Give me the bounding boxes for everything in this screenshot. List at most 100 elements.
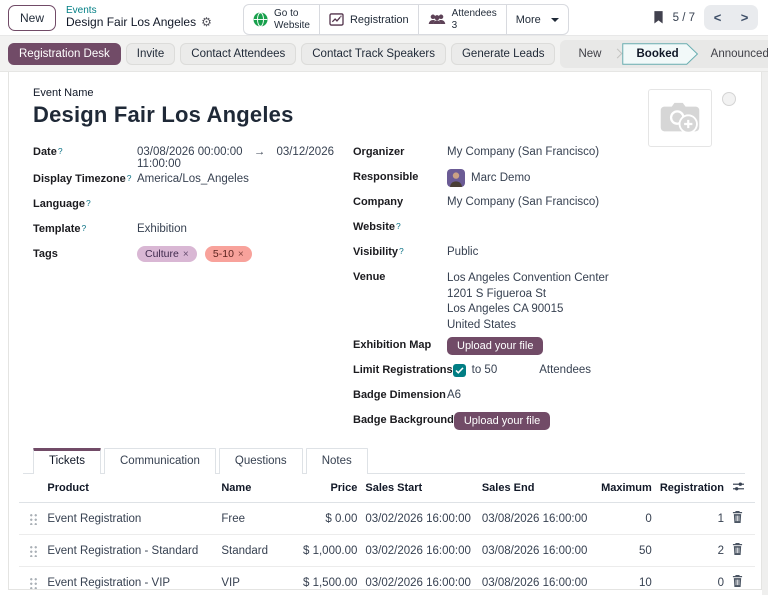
column-price[interactable]: Price: [295, 474, 362, 503]
table-row-ticket-standard[interactable]: Event Registration - Standard Standard $…: [19, 535, 755, 567]
attendees-stat-button[interactable]: Attendees 3: [418, 4, 507, 35]
tag-culture[interactable]: Culture ×: [137, 246, 197, 262]
column-product[interactable]: Product: [43, 474, 217, 503]
cell-price[interactable]: $ 1,000.00: [295, 535, 362, 567]
cell-maximum[interactable]: 10: [597, 567, 656, 595]
cell-registration[interactable]: 2: [656, 535, 728, 567]
drag-handle-icon[interactable]: [29, 512, 38, 525]
event-photo-upload[interactable]: [648, 89, 712, 147]
venue-value[interactable]: Los Angeles Convention Center 1201 S Fig…: [447, 269, 609, 333]
scrollbar-track[interactable]: [762, 72, 768, 595]
exhibition-map-label: Exhibition Map: [353, 337, 447, 351]
bookmark-icon[interactable]: [653, 11, 664, 24]
date-value[interactable]: 03/08/2026 00:00:00 → 03/12/2026 11:00:0…: [137, 144, 343, 170]
trash-icon[interactable]: [732, 511, 743, 526]
cell-price[interactable]: $ 0.00: [295, 503, 362, 535]
cell-registration[interactable]: 1: [656, 503, 728, 535]
cell-product[interactable]: Event Registration - VIP: [43, 567, 217, 595]
pager-count: 5 / 7: [673, 12, 695, 24]
gear-icon[interactable]: ⚙: [201, 16, 212, 30]
field-groups: Date? 03/08/2026 00:00:00 → 03/12/2026 1…: [33, 144, 745, 437]
stage-announced[interactable]: Announced: [699, 43, 768, 65]
tab-tickets[interactable]: Tickets: [33, 448, 101, 474]
cell-sales-end[interactable]: 03/08/2026 16:00:00: [478, 567, 597, 595]
contact-track-speakers-button[interactable]: Contact Track Speakers: [301, 43, 446, 65]
cell-sales-start[interactable]: 03/02/2026 16:00:00: [361, 535, 477, 567]
tag-5-10[interactable]: 5-10 ×: [205, 246, 252, 262]
column-maximum[interactable]: Maximum: [597, 474, 656, 503]
go-to-website-button[interactable]: Go to Website: [243, 4, 320, 35]
cell-sales-end[interactable]: 03/08/2026 16:00:00: [478, 535, 597, 567]
field-template: Template? Exhibition: [33, 221, 343, 245]
more-dropdown-button[interactable]: More: [506, 4, 569, 35]
cell-registration[interactable]: 0: [656, 567, 728, 595]
registration-stat-label: Registration: [350, 14, 409, 26]
exhibition-map-upload-button[interactable]: Upload your file: [447, 337, 543, 355]
page-title[interactable]: Design Fair Los Angeles: [33, 102, 745, 128]
organizer-value[interactable]: My Company (San Francisco): [447, 144, 599, 158]
badge-background-label: Badge Background: [353, 412, 454, 426]
action-status-bar: Registration Desk Invite Contact Attende…: [0, 36, 768, 72]
pager-next-button[interactable]: >: [731, 5, 758, 30]
table-row-ticket-vip[interactable]: Event Registration - VIP VIP $ 1,500.00 …: [19, 567, 755, 595]
field-limit-registrations: Limit Registrations to 50 Attendees: [353, 362, 745, 386]
trash-icon[interactable]: [732, 575, 743, 590]
people-icon: [428, 13, 446, 26]
column-sales-start[interactable]: Sales Start: [361, 474, 477, 503]
cell-maximum[interactable]: 50: [597, 535, 656, 567]
drag-handle-icon[interactable]: [29, 544, 38, 557]
visibility-value[interactable]: Public: [447, 244, 478, 258]
tag-remove-icon[interactable]: ×: [183, 249, 189, 260]
contact-attendees-button[interactable]: Contact Attendees: [180, 43, 296, 65]
pager-previous-button[interactable]: <: [704, 5, 731, 30]
limit-registrations-value: to 50 Attendees: [453, 362, 591, 377]
tab-notes[interactable]: Notes: [306, 448, 368, 474]
tags-value: Culture × 5-10 ×: [137, 246, 257, 262]
new-button[interactable]: New: [8, 5, 56, 31]
column-sales-end[interactable]: Sales End: [478, 474, 597, 503]
tab-communication[interactable]: Communication: [104, 448, 216, 474]
limit-value-input[interactable]: 50: [484, 364, 497, 376]
limit-checkbox[interactable]: [453, 364, 466, 377]
drag-handle-icon[interactable]: [29, 576, 38, 589]
tab-questions[interactable]: Questions: [219, 448, 303, 474]
template-value[interactable]: Exhibition: [137, 221, 187, 235]
responsible-name[interactable]: Marc Demo: [471, 172, 530, 184]
registration-stat-button[interactable]: Registration: [319, 4, 419, 35]
cell-sales-start[interactable]: 03/02/2026 16:00:00: [361, 567, 477, 595]
cell-product[interactable]: Event Registration - Standard: [43, 535, 217, 567]
timezone-value[interactable]: America/Los_Angeles: [137, 171, 249, 185]
tag-remove-icon[interactable]: ×: [238, 249, 244, 260]
responsible-value[interactable]: Marc Demo: [447, 169, 530, 187]
column-registration[interactable]: Registration: [656, 474, 728, 503]
date-start-input[interactable]: 03/08/2026 00:00:00: [137, 146, 243, 158]
cell-name[interactable]: Free: [217, 503, 294, 535]
stage-new[interactable]: New: [566, 43, 613, 65]
cell-name[interactable]: Standard: [217, 535, 294, 567]
trash-icon[interactable]: [732, 543, 743, 558]
stage-booked-active[interactable]: Booked: [622, 43, 698, 65]
cell-maximum[interactable]: 0: [597, 503, 656, 535]
activity-state-circle[interactable]: [722, 92, 736, 106]
help-icon: ?: [86, 198, 91, 208]
badge-dimension-value[interactable]: A6: [447, 387, 461, 401]
column-name[interactable]: Name: [217, 474, 294, 503]
table-row-ticket-free[interactable]: Event Registration Free $ 0.00 03/02/202…: [19, 503, 755, 535]
registration-desk-button[interactable]: Registration Desk: [8, 43, 121, 65]
invite-button[interactable]: Invite: [126, 43, 176, 65]
cell-price[interactable]: $ 1,500.00: [295, 567, 362, 595]
attendees-stat-label: Attendees 3: [452, 8, 497, 31]
company-value[interactable]: My Company (San Francisco): [447, 194, 599, 208]
field-responsible: Responsible Marc Demo: [353, 169, 745, 193]
top-control-bar: New Events Design Fair Los Angeles ⚙ Go …: [0, 0, 768, 36]
cell-sales-end[interactable]: 03/08/2026 16:00:00: [478, 503, 597, 535]
cell-sales-start[interactable]: 03/02/2026 16:00:00: [361, 503, 477, 535]
generate-leads-button[interactable]: Generate Leads: [451, 43, 555, 65]
badge-background-upload-button[interactable]: Upload your file: [454, 412, 550, 430]
help-icon: ?: [81, 223, 86, 233]
cell-name[interactable]: VIP: [217, 567, 294, 595]
form-content: Event Name Design Fair Los Angeles Date?…: [0, 72, 768, 595]
camera-plus-icon: [658, 100, 702, 137]
optional-columns-icon[interactable]: [732, 481, 745, 495]
cell-product[interactable]: Event Registration: [43, 503, 217, 535]
